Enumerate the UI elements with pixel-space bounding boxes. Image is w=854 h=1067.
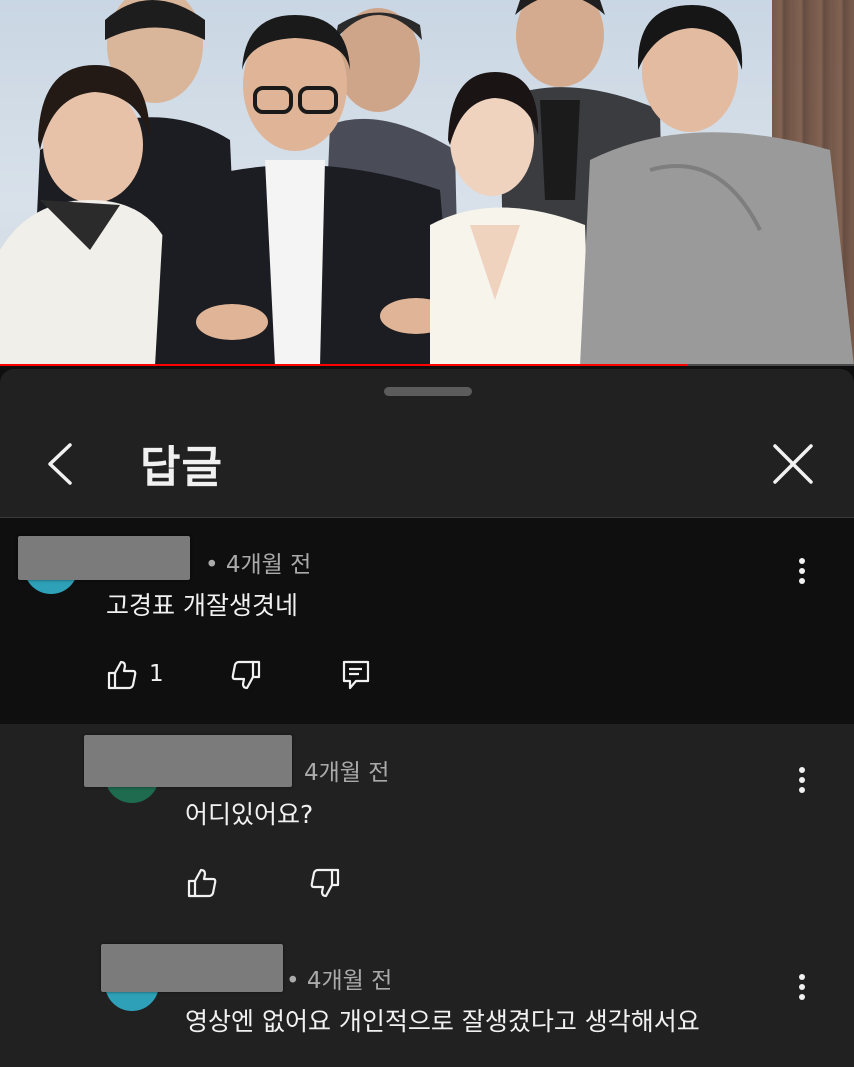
comment-timestamp: • 4개월 전 — [286, 968, 393, 994]
thumb-up-icon[interactable] — [186, 867, 218, 899]
replies-panel: 답글 • 4개월 전 고경표 개잘생겻네 1 4개월 전 어디있어요? • 4개… — [0, 369, 854, 1067]
redacted-username — [101, 944, 283, 992]
like-count: 1 — [149, 661, 164, 687]
video-frame — [0, 0, 854, 366]
comment-text: 영상엔 없어요 개인적으로 잘생겼다고 생각해서요 — [185, 1007, 700, 1036]
thumb-up-icon[interactable] — [106, 659, 138, 691]
comment-text: 고경표 개잘생겻네 — [106, 591, 298, 620]
more-vert-icon[interactable] — [797, 765, 807, 795]
thumb-down-icon[interactable] — [230, 659, 262, 691]
chevron-left-icon[interactable] — [40, 441, 80, 487]
comment-text: 어디있어요? — [185, 800, 314, 829]
close-icon[interactable] — [770, 441, 816, 487]
person-front-right — [580, 5, 854, 366]
video-progress-fill — [0, 364, 688, 366]
more-vert-icon[interactable] — [797, 972, 807, 1002]
more-vert-icon[interactable] — [797, 556, 807, 586]
video-progress-bar[interactable] — [0, 364, 854, 366]
comment-timestamp: • 4개월 전 — [205, 552, 312, 578]
reply-icon[interactable] — [340, 659, 372, 691]
thumb-down-icon[interactable] — [309, 867, 341, 899]
redacted-username — [84, 735, 292, 787]
reply-comment: • 4개월 전 영상엔 없어요 개인적으로 잘생겼다고 생각해서요 — [0, 932, 854, 1067]
panel-title: 답글 — [140, 442, 223, 493]
parent-comment: • 4개월 전 고경표 개잘생겻네 1 — [0, 518, 854, 724]
comment-timestamp: 4개월 전 — [304, 760, 390, 786]
redacted-username — [18, 536, 190, 580]
video-player[interactable] — [0, 0, 854, 366]
drag-handle[interactable] — [384, 387, 472, 396]
reply-comment: 4개월 전 어디있어요? — [0, 727, 854, 932]
